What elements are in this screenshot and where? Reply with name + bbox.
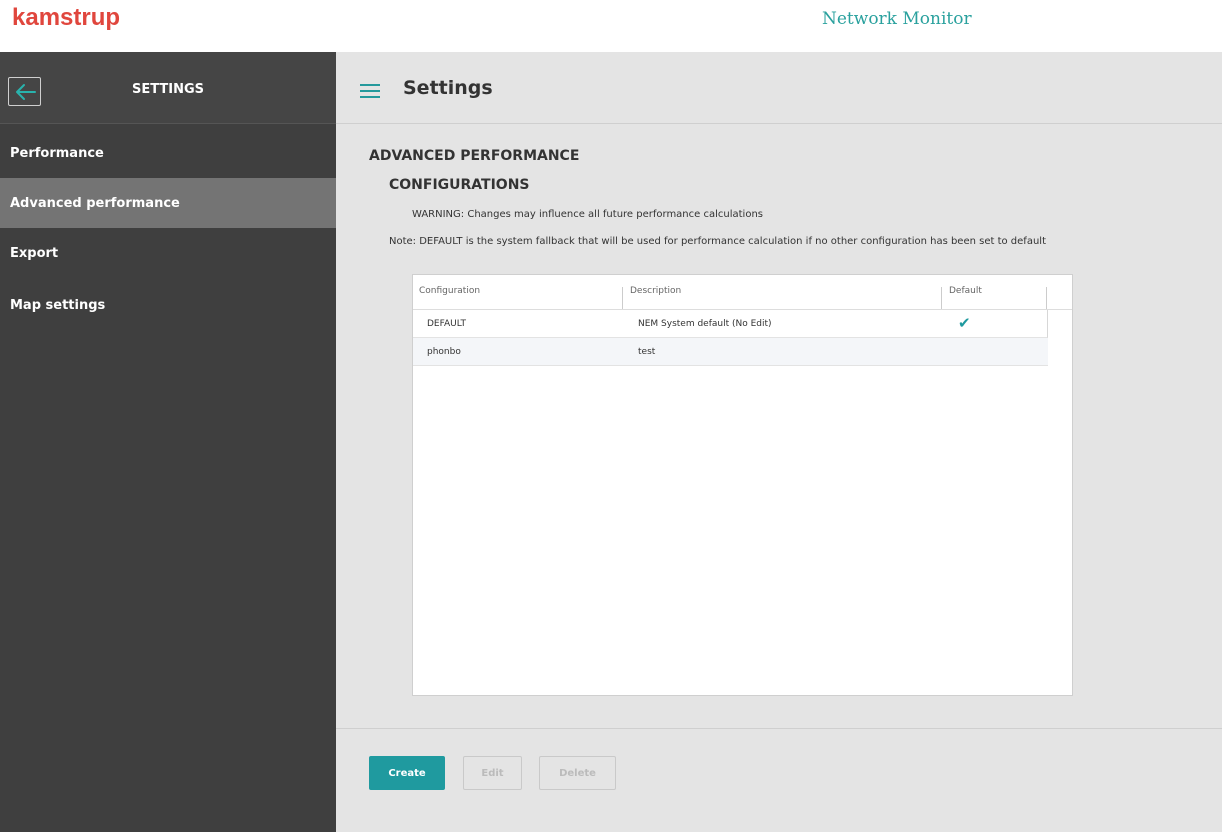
column-header-configuration[interactable]: Configuration xyxy=(419,286,480,296)
sidebar-item-map-settings[interactable]: Map settings xyxy=(0,280,336,330)
column-divider xyxy=(941,287,942,309)
configurations-title: CONFIGURATIONS xyxy=(389,177,530,193)
section-title: ADVANCED PERFORMANCE xyxy=(369,148,580,164)
sidebar-header: SETTINGS xyxy=(0,52,336,124)
sidebar: SETTINGS Performance Advanced performanc… xyxy=(0,52,336,832)
table-row[interactable]: phonbo test xyxy=(413,338,1048,366)
app-title: Network Monitor xyxy=(822,9,972,29)
action-bar: Create Edit Delete xyxy=(336,728,1222,832)
kamstrup-logo: kamstrup xyxy=(12,4,121,31)
create-button[interactable]: Create xyxy=(369,756,445,790)
table-header: Configuration Description Default xyxy=(413,275,1072,310)
configurations-table: Configuration Description Default DEFAUL… xyxy=(412,274,1073,696)
hamburger-menu-icon[interactable] xyxy=(360,84,380,98)
edit-button[interactable]: Edit xyxy=(463,756,522,790)
main-panel: Settings ADVANCED PERFORMANCE CONFIGURAT… xyxy=(336,52,1222,832)
warning-text: WARNING: Changes may influence all futur… xyxy=(412,209,763,220)
cell-configuration: DEFAULT xyxy=(427,319,466,329)
top-bar: kamstrup Network Monitor xyxy=(0,0,1222,52)
cell-description: test xyxy=(638,347,656,357)
column-divider xyxy=(1046,287,1047,309)
sidebar-item-advanced-performance[interactable]: Advanced performance xyxy=(0,178,336,228)
sidebar-item-export[interactable]: Export xyxy=(0,228,336,278)
table-row[interactable]: DEFAULT NEM System default (No Edit) ✔ xyxy=(413,310,1048,338)
delete-button[interactable]: Delete xyxy=(539,756,616,790)
cell-configuration: phonbo xyxy=(427,347,461,357)
checkmark-icon: ✔ xyxy=(958,314,971,332)
page-title: Settings xyxy=(403,77,493,99)
note-text: Note: DEFAULT is the system fallback tha… xyxy=(389,236,1046,247)
sidebar-title: SETTINGS xyxy=(131,82,205,97)
cell-description: NEM System default (No Edit) xyxy=(638,319,772,329)
column-divider xyxy=(622,287,623,309)
sidebar-item-performance[interactable]: Performance xyxy=(0,128,336,178)
main-header: Settings xyxy=(336,52,1222,124)
column-header-description[interactable]: Description xyxy=(630,286,681,296)
column-header-default[interactable]: Default xyxy=(949,286,982,296)
